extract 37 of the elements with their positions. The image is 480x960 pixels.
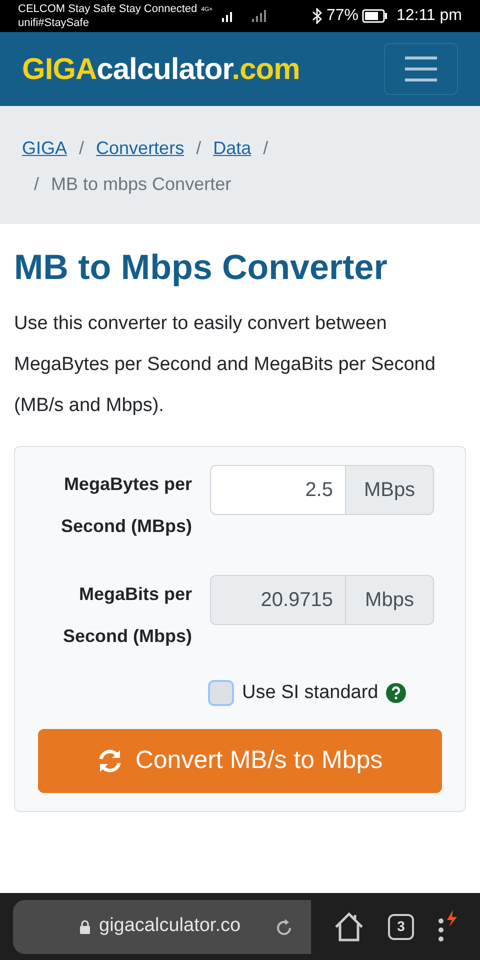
field-label: MegaBits per Second (Mbps) — [62, 582, 192, 648]
help-icon[interactable] — [386, 682, 406, 703]
unit-label: MBps — [346, 464, 434, 514]
breadcrumb-separator: / — [196, 137, 202, 160]
field-label: MegaBytes per Second (MBps) — [60, 472, 192, 538]
refresh-icon — [97, 748, 124, 774]
page-title: MB to Mbps Converter — [14, 247, 388, 289]
carrier-name: CELCOM Stay Safe Stay Connected — [18, 2, 198, 16]
url-text: gigacalculator.co — [99, 914, 241, 938]
breadcrumb-current: MB to mbps Converter — [51, 173, 232, 196]
breadcrumb-link[interactable]: GIGA — [22, 130, 68, 166]
network-name: unifi#StaySafe — [18, 16, 90, 30]
number-field[interactable]: 2.5 — [210, 464, 346, 514]
signal-icon — [250, 10, 267, 22]
battery-icon — [362, 9, 388, 23]
battery-level: 77% — [326, 6, 358, 26]
breadcrumb-separator: / — [79, 137, 84, 160]
more-icon[interactable] — [436, 910, 460, 944]
breadcrumb-separator: / — [263, 137, 268, 160]
breadcrumb-link[interactable]: Data — [213, 130, 252, 166]
lock-icon — [79, 920, 91, 934]
menu-icon — [404, 56, 438, 82]
menu-button[interactable] — [384, 43, 458, 95]
breadcrumb-link[interactable]: Converters — [96, 130, 184, 166]
number-field[interactable]: 20.9715 — [210, 574, 346, 624]
clock: 12:11 pm — [396, 6, 462, 26]
breadcrumb-separator: / — [34, 173, 40, 196]
unit-label: Mbps — [346, 574, 434, 624]
checkbox[interactable] — [208, 680, 234, 706]
address-bar[interactable]: gigacalculator.co — [13, 900, 311, 954]
intro-paragraph: Use this converter to easily convert between MegaBytes per Second and MegaBits per Second (MB/s and Mbps). — [14, 312, 436, 418]
tab-count[interactable]: 3 — [388, 914, 414, 940]
bluetooth-icon — [312, 8, 322, 24]
home-icon[interactable] — [333, 912, 365, 942]
checkbox-label: Use SI standard — [242, 680, 378, 704]
signal-icon — [220, 10, 235, 22]
reload-icon[interactable] — [275, 916, 293, 936]
